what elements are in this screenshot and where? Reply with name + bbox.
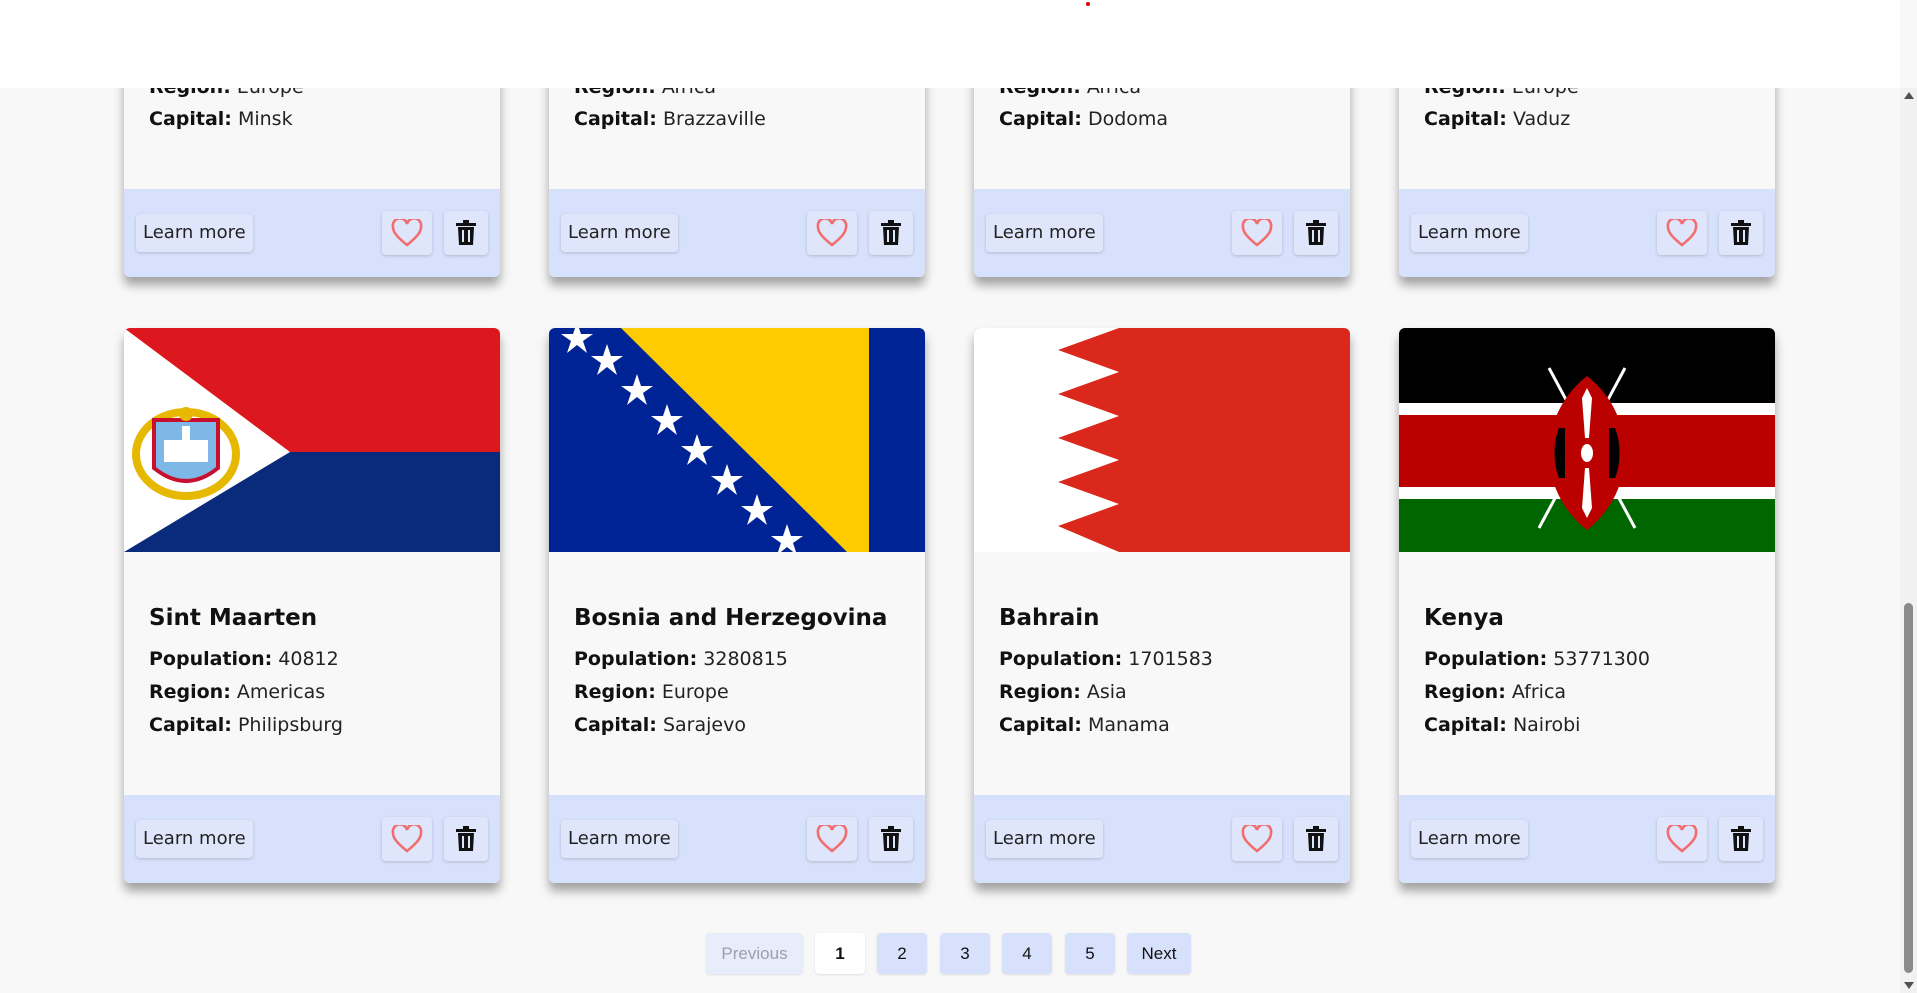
card-footer: Learn more <box>1399 795 1775 883</box>
scrollbar-thumb[interactable] <box>1904 603 1913 973</box>
country-card: Bahrain Population: 1701583 Region: Asia… <box>974 328 1350 883</box>
delete-button[interactable] <box>444 211 488 255</box>
population-row: Population: 53771300 <box>1424 648 1650 670</box>
trash-icon <box>1306 220 1326 245</box>
delete-button[interactable] <box>1719 211 1763 255</box>
page-button-3[interactable]: 3 <box>940 933 990 974</box>
next-page-button[interactable]: Next <box>1127 933 1191 974</box>
country-name: Sint Maarten <box>149 605 318 631</box>
capital-row: Capital: Brazzaville <box>574 108 766 130</box>
card-footer: Learn more <box>549 189 925 277</box>
delete-button[interactable] <box>444 817 488 861</box>
previous-page-button[interactable]: Previous <box>706 933 803 974</box>
favorite-button[interactable] <box>382 817 432 861</box>
country-card: Kenya Population: 53771300 Region: Afric… <box>1399 328 1775 883</box>
card-footer: Learn more <box>974 795 1350 883</box>
learn-more-button[interactable]: Learn more <box>561 214 678 252</box>
delete-button[interactable] <box>1294 817 1338 861</box>
card-footer: Learn more <box>549 795 925 883</box>
capital-row: Capital: Philipsburg <box>149 714 343 736</box>
page-button-5[interactable]: 5 <box>1065 933 1115 974</box>
country-card: Bosnia and Herzegovina Population: 32808… <box>549 328 925 883</box>
card-footer: Learn more <box>974 189 1350 277</box>
learn-more-button[interactable]: Learn more <box>1411 820 1528 858</box>
favorite-button[interactable] <box>1232 817 1282 861</box>
sint-maarten-flag[interactable] <box>124 328 500 552</box>
page-scrollbar[interactable] <box>1900 88 1917 993</box>
population-row: Population: 3280815 <box>574 648 788 670</box>
favorite-button[interactable] <box>1657 211 1707 255</box>
population-row: Population: 1701583 <box>999 648 1213 670</box>
pagination: Previous 1 2 3 4 5 Next <box>0 933 1900 975</box>
top-header-bar <box>0 0 1900 88</box>
bosnia-flag[interactable] <box>549 328 925 552</box>
capital-row: Capital: Minsk <box>149 108 293 130</box>
region-row: Region: Asia <box>999 681 1127 703</box>
heart-icon <box>391 219 423 247</box>
capital-row: Capital: Nairobi <box>1424 714 1581 736</box>
page-button-1[interactable]: 1 <box>815 933 865 974</box>
capital-row: Capital: Manama <box>999 714 1170 736</box>
capital-row: Capital: Vaduz <box>1424 108 1571 130</box>
capital-row: Capital: Sarajevo <box>574 714 746 736</box>
favorite-button[interactable] <box>807 817 857 861</box>
delete-button[interactable] <box>869 817 913 861</box>
learn-more-button[interactable]: Learn more <box>986 214 1103 252</box>
heart-icon <box>391 825 423 853</box>
trash-icon <box>1306 826 1326 851</box>
favorite-button[interactable] <box>1232 211 1282 255</box>
scroll-up-arrow-icon[interactable] <box>1904 92 1914 99</box>
page-button-4[interactable]: 4 <box>1002 933 1052 974</box>
region-row: Region: Europe <box>574 681 729 703</box>
favorite-button[interactable] <box>382 211 432 255</box>
kenya-flag[interactable] <box>1399 328 1775 552</box>
card-footer: Learn more <box>124 189 500 277</box>
country-name: Bahrain <box>999 605 1100 631</box>
learn-more-button[interactable]: Learn more <box>136 820 253 858</box>
heart-icon <box>1666 825 1698 853</box>
region-row: Region: Americas <box>149 681 326 703</box>
region-row: Region: Africa <box>1424 681 1567 703</box>
heart-icon <box>816 825 848 853</box>
heart-icon <box>1241 219 1273 247</box>
trash-icon <box>1731 220 1751 245</box>
country-name: Kenya <box>1424 605 1504 631</box>
heart-icon <box>1666 219 1698 247</box>
delete-button[interactable] <box>869 211 913 255</box>
learn-more-button[interactable]: Learn more <box>1411 214 1528 252</box>
delete-button[interactable] <box>1294 211 1338 255</box>
learn-more-button[interactable]: Learn more <box>986 820 1103 858</box>
heart-icon <box>816 219 848 247</box>
country-card: Sint Maarten Population: 40812 Region: A… <box>124 328 500 883</box>
delete-button[interactable] <box>1719 817 1763 861</box>
loading-indicator-dot <box>1086 2 1090 6</box>
favorite-button[interactable] <box>1657 817 1707 861</box>
card-footer: Learn more <box>1399 189 1775 277</box>
trash-icon <box>1731 826 1751 851</box>
trash-icon <box>881 220 901 245</box>
learn-more-button[interactable]: Learn more <box>561 820 678 858</box>
capital-row: Capital: Dodoma <box>999 108 1169 130</box>
favorite-button[interactable] <box>807 211 857 255</box>
country-name: Bosnia and Herzegovina <box>574 605 888 631</box>
scroll-down-arrow-icon[interactable] <box>1904 982 1914 989</box>
trash-icon <box>881 826 901 851</box>
heart-icon <box>1241 825 1273 853</box>
population-row: Population: 40812 <box>149 648 339 670</box>
bahrain-flag[interactable] <box>974 328 1350 552</box>
trash-icon <box>456 220 476 245</box>
card-footer: Learn more <box>124 795 500 883</box>
learn-more-button[interactable]: Learn more <box>136 214 253 252</box>
trash-icon <box>456 826 476 851</box>
page-button-2[interactable]: 2 <box>877 933 927 974</box>
